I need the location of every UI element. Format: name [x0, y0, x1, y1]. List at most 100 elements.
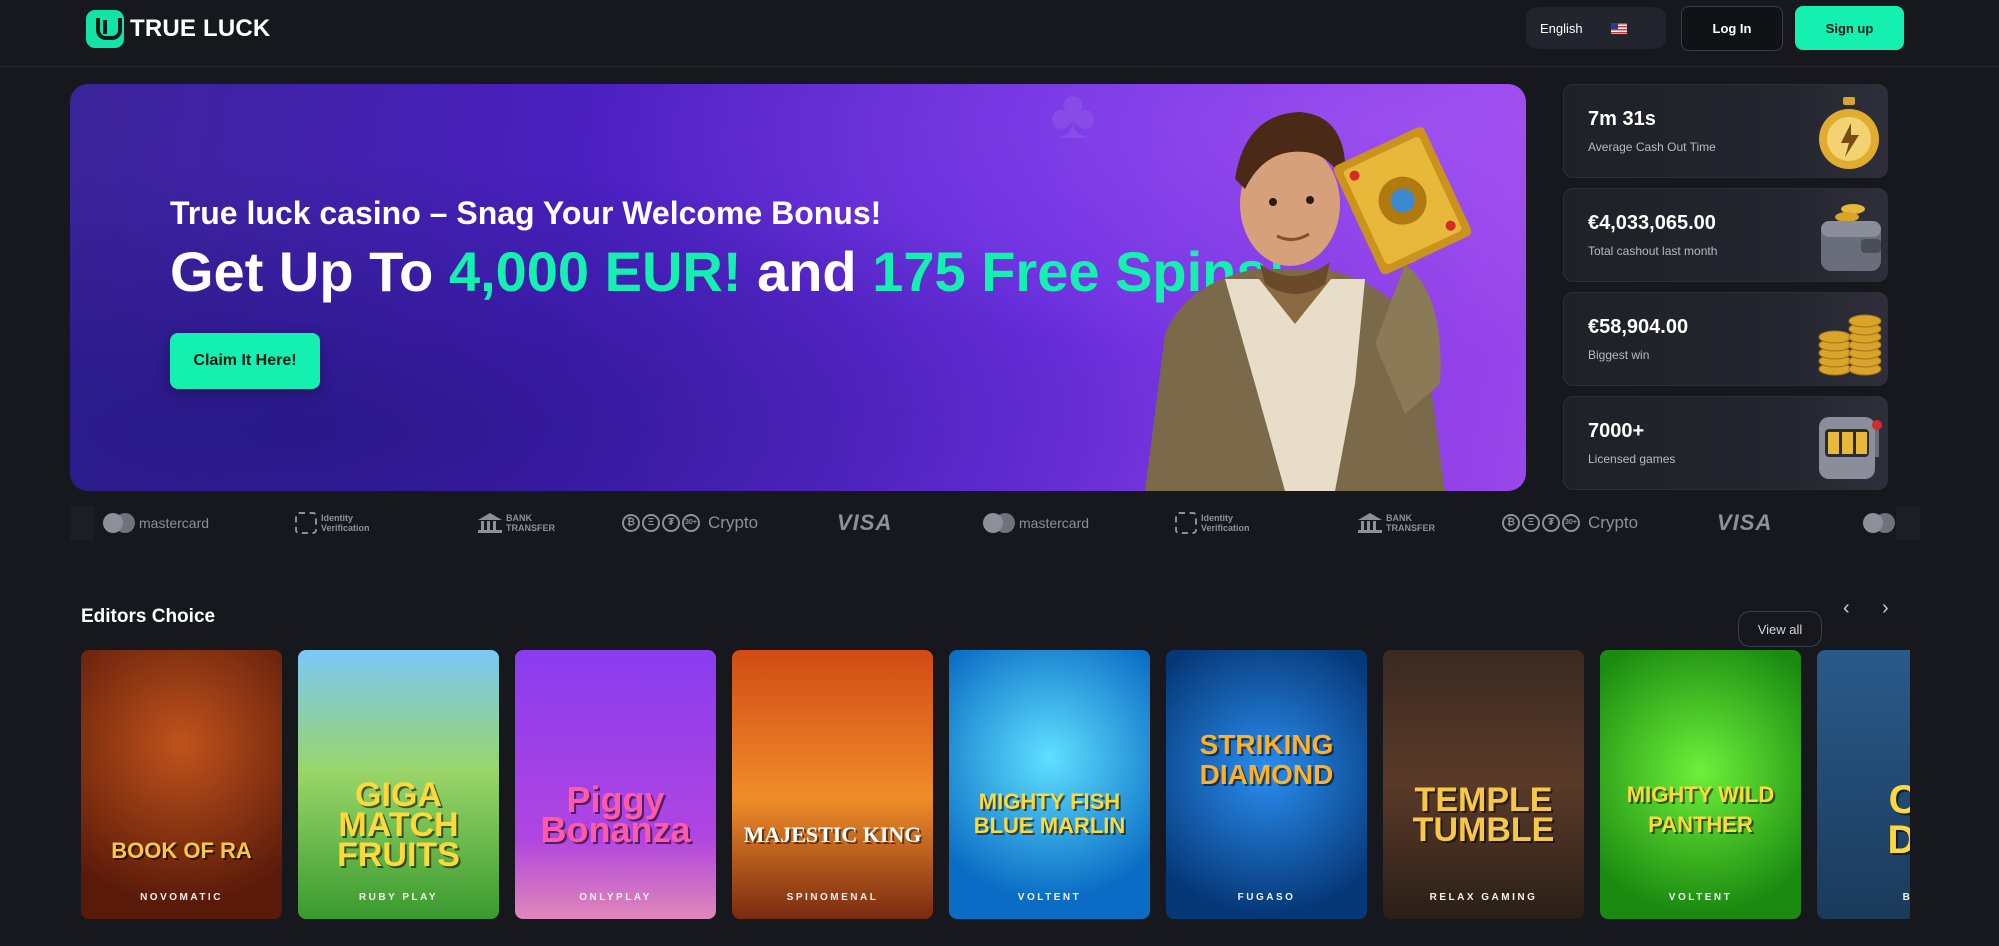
game-card[interactable]: MAJESTIC KING SPINOMENAL — [732, 650, 933, 919]
visa-logo: VISA — [1717, 510, 1773, 535]
payment-label: Verification — [1201, 523, 1250, 533]
stat-value: 7000+ — [1588, 420, 1645, 442]
game-card[interactable]: STRIKING DIAMOND FUGASO — [1166, 650, 1367, 919]
game-title: CA DO — [1887, 778, 1911, 862]
identity-icon — [295, 512, 317, 534]
game-provider: NOVOMATIC — [140, 892, 223, 903]
game-card[interactable]: MIGHTY FISH BLUE MARLIN VOLTENT — [949, 650, 1150, 919]
game-provider: RUBY PLAY — [358, 892, 439, 903]
game-title: STRIKING DIAMOND — [1199, 729, 1334, 790]
mastercard-icon — [1863, 513, 1895, 533]
payment-label: Identity — [1201, 513, 1234, 523]
bank-icon — [478, 513, 502, 533]
mastercard-logo — [1863, 506, 1895, 540]
headline-bonus-amount: 4,000 EUR! — [448, 240, 742, 303]
stat-card-cashout-time: 7m 31s Average Cash Out Time — [1563, 84, 1888, 178]
crypto-count-badge: 30+ — [1562, 514, 1580, 532]
bank-transfer-logo: BANK TRANSFER — [478, 506, 555, 540]
payment-label: TRANSFER — [506, 523, 555, 533]
payment-label: TRANSFER — [1386, 523, 1435, 533]
crypto-logo: ₿ Ξ ₮ 30+ Crypto — [1502, 506, 1638, 540]
stat-label: Total cashout last month — [1588, 244, 1718, 258]
mastercard-logo: mastercard — [983, 506, 1089, 540]
headline-part: and — [741, 240, 873, 303]
game-provider: ONLYPLAY — [579, 892, 652, 903]
game-provider: VOLTENT — [1017, 892, 1082, 903]
payment-methods-strip: mastercard Identity Verification BANK TRAN… — [70, 506, 1920, 540]
language-selector[interactable]: English — [1526, 7, 1666, 49]
headline-part: Get Up To — [170, 240, 449, 303]
game-title: Piggy Bonanza — [540, 779, 691, 850]
stat-value: 7m 31s — [1588, 108, 1656, 130]
game-card[interactable]: GIGA MATCH FRUITS RUBY PLAY — [298, 650, 499, 919]
wallet-icon — [1821, 204, 1881, 271]
identity-verification-logo: Identity Verification — [1175, 506, 1250, 540]
payment-label: Identity — [321, 513, 354, 523]
stat-label: Licensed games — [1588, 452, 1676, 466]
game-provider: BGA — [1902, 892, 1910, 903]
slot-machine-icon — [1819, 417, 1882, 479]
bank-icon — [1358, 513, 1382, 533]
game-card[interactable]: Piggy Bonanza ONLYPLAY — [515, 650, 716, 919]
game-provider: FUGASO — [1237, 892, 1296, 903]
game-card[interactable]: TEMPLE TUMBLE RELAX GAMING — [1383, 650, 1584, 919]
bank-transfer-logo: BANK TRANSFER — [1358, 506, 1435, 540]
game-title: MIGHTY WILD PANTHER — [1626, 782, 1775, 837]
game-provider: VOLTENT — [1668, 892, 1733, 903]
game-title: TEMPLE TUMBLE — [1412, 781, 1555, 849]
hero-banner[interactable]: ♣ ♣ ♠ ♥ True luck casino – Snag Your Wel… — [70, 84, 1526, 491]
game-card[interactable]: CA DO BGA — [1817, 650, 1910, 919]
stat-value: €4,033,065.00 — [1588, 212, 1716, 234]
game-card[interactable]: MIGHTY WILD PANTHER VOLTENT — [1600, 650, 1801, 919]
payment-label: Verification — [321, 523, 370, 533]
tether-icon: ₮ — [662, 514, 680, 532]
visa-logo: VISA — [837, 510, 893, 535]
explorer-character-illustration — [1145, 112, 1472, 491]
bitcoin-icon: ₿ — [622, 514, 640, 532]
hero-subtitle: True luck casino – Snag Your Welcome Bon… — [170, 195, 882, 231]
tether-icon: ₮ — [1542, 514, 1560, 532]
section-title: Editors Choice — [81, 606, 216, 627]
stat-card-biggest-win: €58,904.00 Biggest win — [1563, 292, 1888, 386]
bitcoin-icon: ₿ — [1502, 514, 1520, 532]
game-title: BOOK OF RA — [111, 838, 252, 863]
site-logo[interactable]: TRUE LUCK — [86, 10, 270, 48]
stat-label: Biggest win — [1588, 348, 1650, 362]
claim-bonus-button[interactable]: Claim It Here! — [170, 333, 320, 389]
stat-card-licensed-games: 7000+ Licensed games — [1563, 396, 1888, 490]
game-carousel: BOOK OF RA NOVOMATIC GIGA MATCH FRUITS R… — [81, 650, 1910, 920]
identity-icon — [1175, 512, 1197, 534]
game-title: MIGHTY FISH BLUE MARLIN — [973, 789, 1126, 838]
mastercard-icon — [983, 513, 1015, 533]
login-button[interactable]: Log In — [1681, 6, 1783, 51]
logo-text: TRUE LUCK — [130, 15, 271, 42]
game-provider: SPINOMENAL — [786, 892, 879, 903]
payment-label: BANK — [506, 513, 532, 523]
game-card[interactable]: BOOK OF RA NOVOMATIC — [81, 650, 282, 919]
chevron-right-icon[interactable]: › — [1882, 597, 1889, 620]
payment-label: mastercard — [1019, 515, 1090, 531]
signup-button[interactable]: Sign up — [1795, 6, 1904, 50]
mastercard-icon — [103, 513, 135, 533]
stat-label: Average Cash Out Time — [1588, 140, 1716, 154]
crypto-logo: ₿ Ξ ₮ 30+ Crypto — [622, 506, 758, 540]
payment-label: Crypto — [1588, 513, 1639, 532]
us-flag-icon — [1611, 23, 1627, 34]
game-provider: RELAX GAMING — [1429, 892, 1538, 903]
stat-value: €58,904.00 — [1588, 316, 1689, 338]
stopwatch-icon — [1819, 97, 1879, 169]
identity-verification-logo: Identity Verification — [295, 506, 370, 540]
mastercard-logo: mastercard — [103, 506, 209, 540]
stat-card-total-cashout: €4,033,065.00 Total cashout last month — [1563, 188, 1888, 282]
payment-label: Crypto — [708, 513, 759, 532]
game-title: GIGA MATCH FRUITS — [337, 776, 460, 874]
top-header: TRUE LUCK English Log In Sign up — [0, 0, 1999, 67]
chevron-left-icon[interactable]: ‹ — [1843, 597, 1850, 620]
language-label: English — [1540, 20, 1583, 36]
crypto-count-badge: 30+ — [682, 514, 700, 532]
club-suit-icon: ♣ — [1050, 84, 1096, 153]
ethereum-icon: Ξ — [1522, 514, 1540, 532]
payment-label: BANK — [1386, 513, 1412, 523]
view-all-button[interactable]: View all — [1738, 611, 1822, 647]
ethereum-icon: Ξ — [642, 514, 660, 532]
